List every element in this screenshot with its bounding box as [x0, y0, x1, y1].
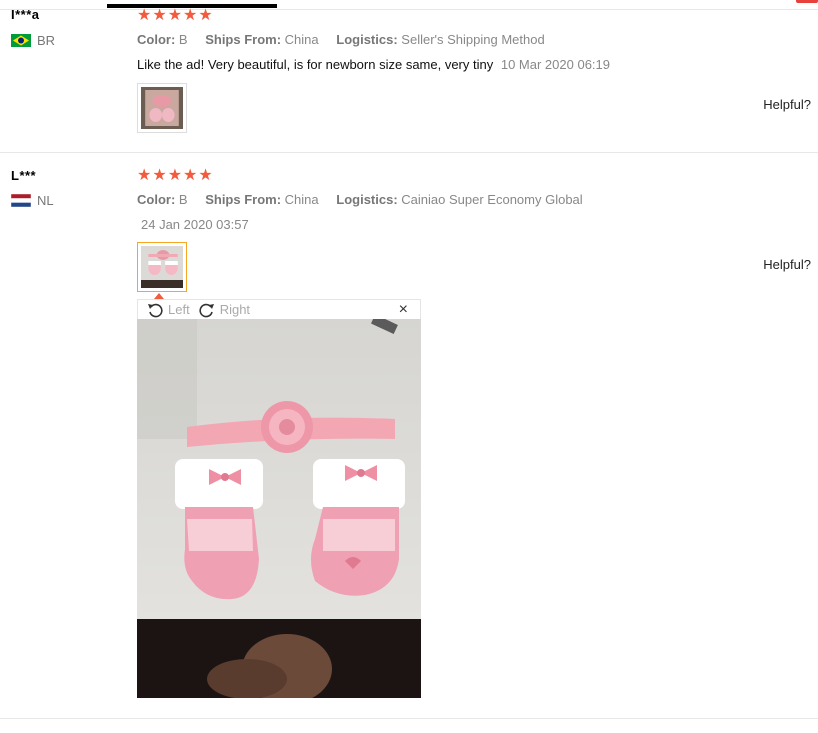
attr-label: Ships From:	[205, 192, 282, 207]
review-content: Like the ad! Very beautiful, is for newb…	[137, 57, 610, 72]
attr-value: Seller's Shipping Method	[401, 32, 545, 47]
star-icon: ★	[137, 7, 152, 24]
photo-image	[141, 87, 183, 129]
rotate-left-icon	[148, 303, 163, 317]
reviewer-name: I***a	[11, 7, 40, 22]
attr-label: Ships From:	[205, 32, 282, 47]
star-icon: ★	[198, 7, 213, 24]
attr-color: Color: B	[137, 192, 188, 207]
star-icon: ★	[198, 167, 213, 184]
review-photo-thumbnail[interactable]	[137, 83, 187, 133]
close-icon[interactable]: ×	[399, 301, 408, 319]
rating-stars: ★ ★ ★ ★ ★	[137, 8, 213, 24]
review-date: 24 Jan 2020 03:57	[141, 217, 249, 232]
helpful-button[interactable]: Helpful?	[763, 257, 811, 272]
rotate-right-button[interactable]: Right	[199, 302, 250, 318]
order-attributes: Color: B Ships From: China Logistics: Ca…	[137, 192, 597, 207]
attr-value: China	[284, 32, 319, 47]
review-item: I***a BR ★ ★ ★ ★ ★ Color: B Ships From: …	[0, 0, 818, 153]
netherlands-flag-icon	[11, 194, 31, 207]
star-icon: ★	[183, 167, 198, 184]
rotate-left-label: Left	[168, 302, 190, 317]
reviewer-country: NL	[11, 193, 54, 208]
rotate-right-label: Right	[219, 302, 251, 317]
rating-stars: ★ ★ ★ ★ ★	[137, 168, 213, 184]
star-icon: ★	[167, 167, 183, 184]
review-photo-large	[137, 319, 421, 698]
attr-value: Cainiao Super Economy Global	[401, 192, 583, 207]
rotate-right-icon	[199, 303, 214, 317]
attr-label: Color:	[137, 192, 176, 207]
star-icon: ★	[183, 7, 198, 24]
attr-value: B	[178, 32, 188, 47]
attr-ships-from: Ships From: China	[205, 192, 318, 207]
country-code: BR	[37, 33, 56, 48]
review-date: 10 Mar 2020 06:19	[500, 57, 610, 72]
attr-logistics: Logistics: Seller's Shipping Method	[336, 32, 544, 47]
attr-value: B	[178, 192, 188, 207]
star-icon: ★	[152, 7, 167, 24]
star-icon: ★	[137, 167, 152, 184]
order-attributes: Color: B Ships From: China Logistics: Se…	[137, 32, 559, 47]
reviewer-country: BR	[11, 33, 55, 48]
photo-image	[141, 246, 183, 288]
helpful-button[interactable]: Helpful?	[763, 97, 811, 112]
attr-label: Logistics:	[336, 192, 398, 207]
review-text: Like the ad! Very beautiful, is for newb…	[137, 57, 494, 72]
viewer-toolbar: Left Right ×	[137, 299, 421, 319]
country-code: NL	[37, 193, 54, 208]
attr-logistics: Logistics: Cainiao Super Economy Global	[336, 192, 582, 207]
photo-viewer: Left Right ×	[137, 293, 421, 698]
star-icon: ★	[167, 7, 183, 24]
attr-label: Logistics:	[336, 32, 398, 47]
star-icon: ★	[152, 167, 167, 184]
attr-label: Color:	[137, 32, 176, 47]
reviewer-name: L***	[11, 168, 37, 183]
attr-value: China	[284, 192, 319, 207]
attr-color: Color: B	[137, 32, 188, 47]
attr-ships-from: Ships From: China	[205, 32, 318, 47]
review-content: 24 Jan 2020 03:57	[137, 217, 249, 232]
rotate-left-button[interactable]: Left	[147, 302, 190, 318]
brazil-flag-icon	[11, 34, 31, 47]
review-photo-thumbnail[interactable]	[137, 242, 187, 292]
